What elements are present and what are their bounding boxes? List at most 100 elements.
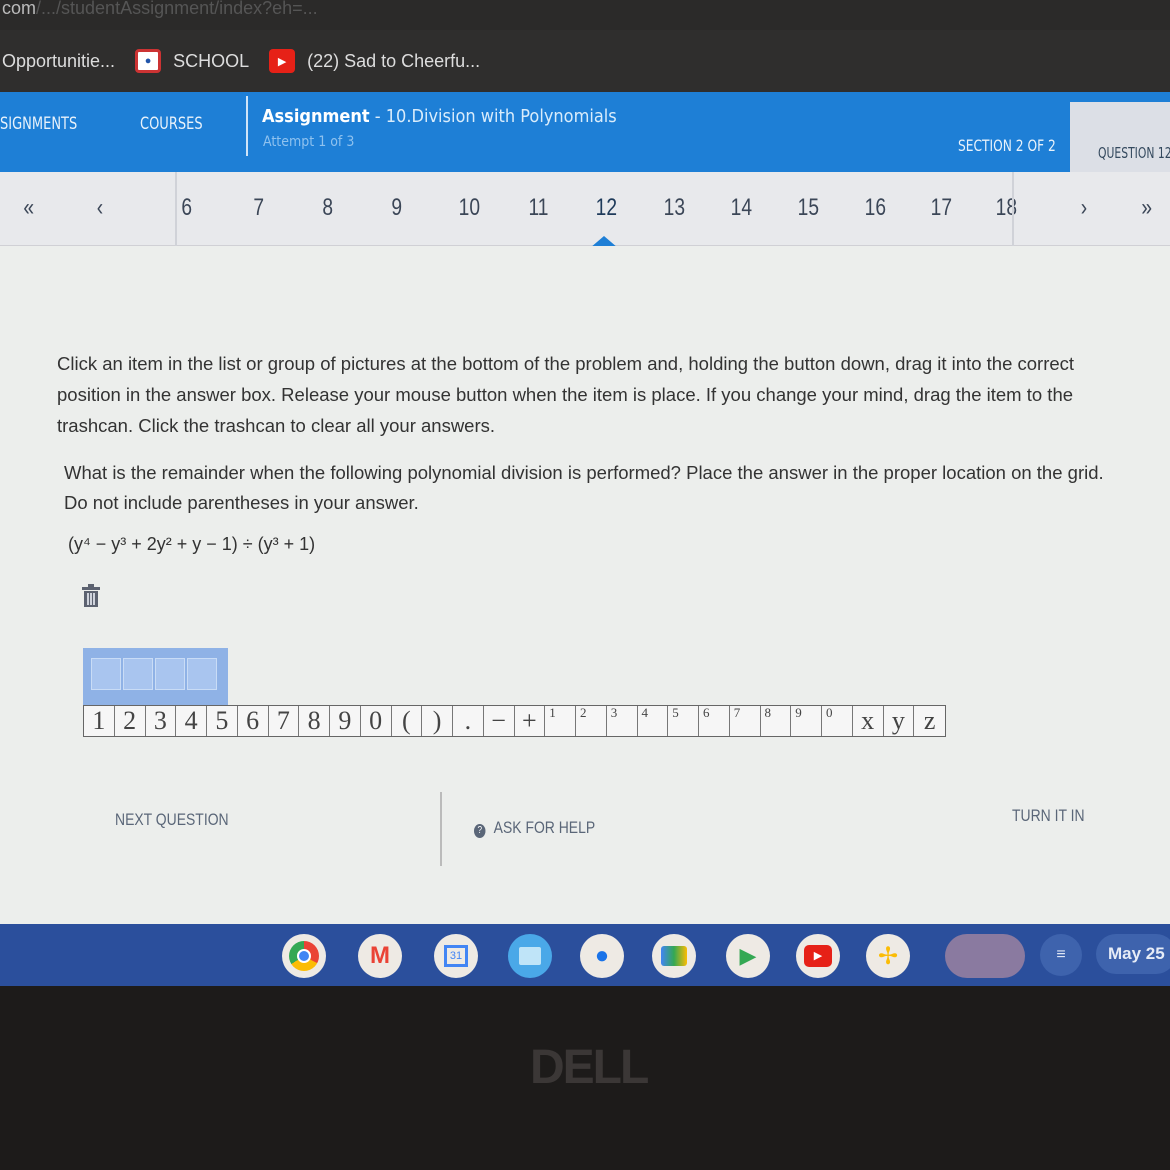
superscript-tile[interactable]: 1 [545,706,576,736]
question-content: Click an item in the list or group of pi… [0,246,1170,924]
bookmark-opportunities[interactable]: Opportunitie... [2,51,115,72]
first-page-button[interactable]: « [23,194,34,222]
help-icon: ? [474,824,486,838]
superscript-tile[interactable]: 7 [730,706,761,736]
page-11[interactable]: 11 [528,194,548,222]
bookmark-label: Opportunitie... [2,50,116,71]
ask-for-help-label: ASK FOR HELP [493,818,596,837]
page-9[interactable]: 9 [391,194,402,222]
url-path: /.../studentAssignment/index?eh=... [36,0,318,18]
screen-capture-thumbnails[interactable] [945,934,1025,978]
pager-divider [175,172,177,246]
url-text: com [2,0,37,18]
answer-box[interactable] [83,648,228,705]
drag-tile[interactable]: 5 [207,706,238,736]
gmail-icon[interactable]: M [358,934,402,978]
youtube-icon[interactable]: ▶ [796,934,840,978]
superscript-tile[interactable]: 5 [668,706,699,736]
drag-tile[interactable]: 7 [269,706,300,736]
superscript-tile[interactable]: 2 [576,706,607,736]
drag-tile[interactable]: 6 [238,706,269,736]
superscript-tile[interactable]: 6 [699,706,730,736]
photos-icon[interactable]: ✢ [866,934,910,978]
bookmarks-bar: Opportunitie... ● SCHOOL ▶ (22) Sad to Che… [0,30,1170,92]
answer-slot[interactable] [155,658,185,690]
page-10[interactable]: 10 [459,194,480,222]
page-14[interactable]: 14 [731,194,752,222]
page-13[interactable]: 13 [664,194,685,222]
ask-for-help-button[interactable]: ? ASK FOR HELP [474,818,595,838]
page-7[interactable]: 7 [253,194,264,222]
page-12-current[interactable]: 12 [596,194,617,222]
drag-tile[interactable]: 8 [299,706,330,736]
question-pager: « ‹ 6 7 8 9 10 11 12 13 14 15 16 17 18 ›… [0,172,1170,248]
turn-it-in-button[interactable]: TURN IT IN [1012,806,1085,826]
drag-tile[interactable]: 0 [361,706,392,736]
calendar-icon[interactable]: 31 [434,934,478,978]
last-page-button[interactable]: » [1141,194,1152,222]
question-label: QUESTION 12 [1098,144,1170,162]
answer-slot[interactable] [91,658,121,690]
bookmark-label: (22) Sad to Cheerfu... [307,50,481,71]
taskbar: M 31 ● ▶ ▶ ✢ ≡ May 25 [0,924,1170,986]
page-15[interactable]: 15 [798,194,819,222]
meet-icon[interactable] [652,934,696,978]
drag-tile[interactable]: ) [422,706,453,736]
nav-assignments[interactable]: SIGNMENTS [0,114,77,134]
answer-slot[interactable] [187,658,217,690]
drag-tile-palette: 1 2 3 4 5 6 7 8 9 0(). − +1 2 3 4 5 6 7 8 9 0 x y z [83,705,946,737]
pager-divider [1012,172,1014,246]
bookmark-label: SCHOOL [173,50,250,71]
instructions-text: Click an item in the list or group of pi… [57,353,1075,436]
drag-tile[interactable]: y [884,706,915,736]
drag-tile[interactable]: ( [392,706,423,736]
drag-tile[interactable]: + [515,706,546,736]
dell-logo: DELL [530,1041,649,1094]
attempt-counter: Attempt 1 of 3 [263,134,355,150]
page-16[interactable]: 16 [865,194,886,222]
superscript-tile[interactable]: 8 [761,706,792,736]
messages-icon[interactable]: ● [580,934,624,978]
play-store-icon[interactable]: ▶ [726,934,770,978]
page-17[interactable]: 17 [931,194,952,222]
section-indicator: SECTION 2 OF 2 [958,136,1056,155]
nav-courses[interactable]: COURSES [140,114,203,134]
next-question-button[interactable]: NEXT QUESTION [115,810,229,830]
page-8[interactable]: 8 [322,194,333,222]
next-page-button[interactable]: › [1081,194,1087,222]
assignment-label: Assignment [262,106,370,127]
drag-tile[interactable]: 2 [115,706,146,736]
prev-page-button[interactable]: ‹ [97,194,103,222]
assignment-title: Assignment - 10.Division with Polynomial… [262,106,617,127]
superscript-tile[interactable]: 0 [822,706,853,736]
assignment-header: SIGNMENTS COURSES Assignment - 10.Divisi… [0,92,1170,172]
drag-tile[interactable]: . [453,706,484,736]
drag-tile[interactable]: 3 [146,706,177,736]
bookmark-youtube[interactable]: ▶ (22) Sad to Cheerfu... [269,49,480,73]
drag-tile[interactable]: − [484,706,515,736]
drag-tile[interactable]: 1 [84,706,115,736]
answer-slot[interactable] [123,658,153,690]
drag-tile[interactable]: z [914,706,945,736]
calendar-day: 31 [443,945,469,967]
youtube-icon: ▶ [269,49,296,73]
address-bar[interactable]: com/.../studentAssignment/index?eh=... [0,0,1170,30]
question-indicator: QUESTION 12 [1070,102,1170,172]
bookmark-school[interactable]: ● SCHOOL [135,49,249,73]
header-divider [246,96,248,156]
polynomial-expression: (y⁴ − y³ + 2y² + y − 1) ÷ (y³ + 1) [68,534,316,554]
drag-tile[interactable]: x [853,706,884,736]
superscript-tile[interactable]: 4 [638,706,669,736]
assignment-name: - 10.Division with Polynomials [369,106,617,127]
trash-icon[interactable] [80,584,102,608]
superscript-tile[interactable]: 9 [791,706,822,736]
drag-tile[interactable]: 9 [330,706,361,736]
date-status[interactable]: May 25 [1096,934,1170,974]
drag-tile[interactable]: 4 [176,706,207,736]
page-6[interactable]: 6 [181,194,192,222]
tote-icon[interactable]: ≡ [1040,934,1082,976]
superscript-tile[interactable]: 3 [607,706,638,736]
files-icon[interactable] [508,934,552,978]
footer-divider [440,792,442,866]
chrome-icon[interactable] [282,934,326,978]
